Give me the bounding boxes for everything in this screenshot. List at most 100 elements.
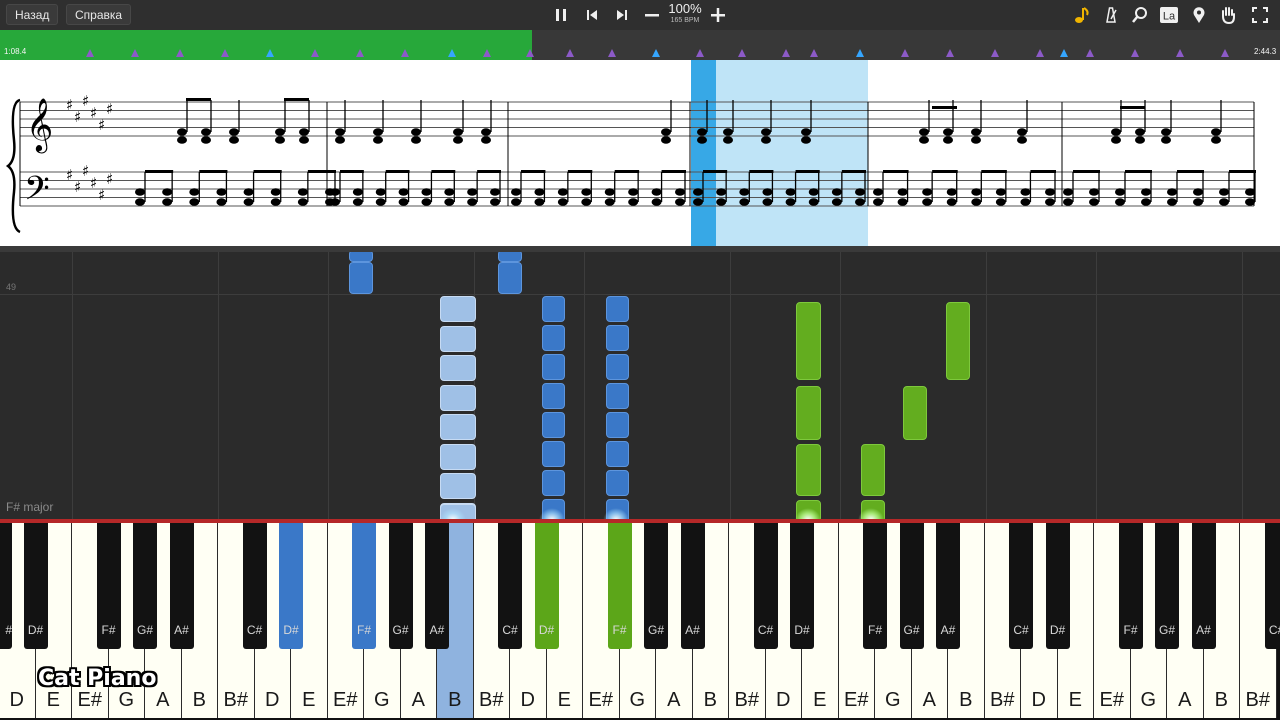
notehead (330, 188, 340, 196)
section-marker[interactable] (696, 49, 704, 57)
notehead (1020, 198, 1031, 206)
black-key[interactable]: A# (680, 523, 705, 649)
section-marker[interactable] (221, 49, 229, 57)
black-key-label: A# (685, 623, 700, 637)
black-key[interactable]: A# (936, 523, 960, 649)
piano-keyboard[interactable]: D E E# G A B B# D E E# G A B B# D E E# G A B B# D E E# G A B B# D E E#… (0, 523, 1280, 720)
black-key[interactable]: F# (1118, 523, 1143, 649)
black-key[interactable]: D# (790, 523, 814, 649)
black-key-label: D# (283, 623, 299, 637)
plus-icon[interactable] (708, 5, 728, 25)
section-marker[interactable] (1176, 49, 1184, 57)
skip-forward-icon[interactable] (612, 5, 632, 25)
section-marker[interactable] (738, 49, 746, 57)
black-key[interactable]: G# (388, 523, 413, 649)
grid-line (72, 252, 73, 520)
black-key[interactable]: C# (1264, 523, 1280, 649)
help-button[interactable]: Справка (66, 4, 132, 25)
section-marker[interactable] (946, 49, 954, 57)
search-icon[interactable] (1130, 5, 1150, 25)
black-key[interactable]: F# (96, 523, 121, 649)
label-icon[interactable]: La (1159, 5, 1179, 25)
note-beam (749, 170, 774, 173)
section-marker[interactable] (176, 49, 184, 57)
tempo-display[interactable]: 100% 165 BPM (662, 2, 708, 25)
section-marker[interactable] (356, 49, 364, 57)
black-key[interactable]: F# (607, 523, 632, 649)
section-marker[interactable] (991, 49, 999, 57)
section-marker[interactable] (1086, 49, 1094, 57)
black-key[interactable]: A# (425, 523, 449, 649)
section-marker[interactable] (1060, 49, 1068, 57)
black-key[interactable]: F# (863, 523, 887, 649)
back-button[interactable]: Назад (6, 4, 59, 25)
section-marker[interactable] (901, 49, 909, 57)
section-marker[interactable] (1036, 49, 1044, 57)
notehead (275, 136, 285, 144)
black-key[interactable]: D# (279, 523, 303, 649)
section-marker[interactable] (608, 49, 616, 57)
notehead (1063, 198, 1073, 206)
notehead (1111, 128, 1121, 136)
section-marker[interactable] (131, 49, 139, 57)
black-key[interactable]: A# (1191, 523, 1216, 649)
black-key[interactable]: A# (169, 523, 194, 649)
section-marker[interactable] (448, 49, 456, 57)
grid-line (328, 252, 329, 520)
black-key[interactable]: F# (352, 523, 376, 649)
fullscreen-icon[interactable] (1250, 5, 1270, 25)
notehead (411, 136, 421, 144)
note-icon[interactable] (1072, 5, 1092, 25)
notehead (723, 128, 733, 136)
black-key-label: A# (940, 623, 956, 637)
metronome-icon[interactable] (1101, 5, 1121, 25)
pause-icon[interactable] (551, 5, 571, 25)
sheet-music[interactable]: 𝄞 𝄢 ♯ ♯ ♯ ♯ ♯ ♯ ♯ ♯ ♯ ♯ ♯ ♯ (0, 60, 1280, 246)
black-key[interactable]: G# (644, 523, 668, 649)
skip-back-icon[interactable] (582, 5, 602, 25)
notehead (1211, 136, 1221, 144)
note-beam (1120, 106, 1145, 109)
section-marker[interactable] (401, 49, 409, 57)
section-marker[interactable] (311, 49, 319, 57)
black-key[interactable]: D# (23, 523, 48, 649)
section-marker[interactable] (526, 49, 534, 57)
minus-icon[interactable] (642, 5, 662, 25)
section-marker[interactable] (652, 49, 660, 57)
note-beam (841, 170, 866, 173)
section-marker[interactable] (266, 49, 274, 57)
black-key[interactable]: G# (1155, 523, 1179, 649)
notehead (581, 188, 592, 196)
white-key-label: A (667, 689, 681, 711)
black-key[interactable]: C# (242, 523, 267, 649)
black-key[interactable]: G# (899, 523, 924, 649)
section-marker[interactable] (483, 49, 491, 57)
black-key[interactable]: C# (498, 523, 522, 649)
section-marker[interactable] (1221, 49, 1229, 57)
black-key[interactable]: C# (1009, 523, 1033, 649)
section-marker[interactable] (566, 49, 574, 57)
note-beam (340, 170, 364, 173)
notehead (335, 136, 345, 144)
hand-icon[interactable] (1218, 5, 1238, 25)
black-key[interactable]: D# (1045, 523, 1070, 649)
notehead (1045, 188, 1055, 196)
section-marker[interactable] (86, 49, 94, 57)
black-key[interactable]: G# (133, 523, 157, 649)
location-pin-icon[interactable] (1189, 5, 1209, 25)
black-key[interactable]: # (0, 523, 12, 649)
falling-note (861, 444, 885, 496)
section-marker[interactable] (782, 49, 790, 57)
grid-line (584, 252, 585, 520)
black-key[interactable]: C# (753, 523, 778, 649)
black-key[interactable]: D# (534, 523, 559, 649)
section-marker[interactable] (1131, 49, 1139, 57)
note-beam (661, 170, 686, 173)
black-key-label: D# (538, 623, 555, 637)
notehead (661, 128, 671, 136)
notehead (177, 128, 187, 136)
section-marker[interactable] (856, 49, 864, 57)
section-marker[interactable] (810, 49, 818, 57)
notehead (675, 198, 685, 206)
notehead (201, 128, 211, 136)
